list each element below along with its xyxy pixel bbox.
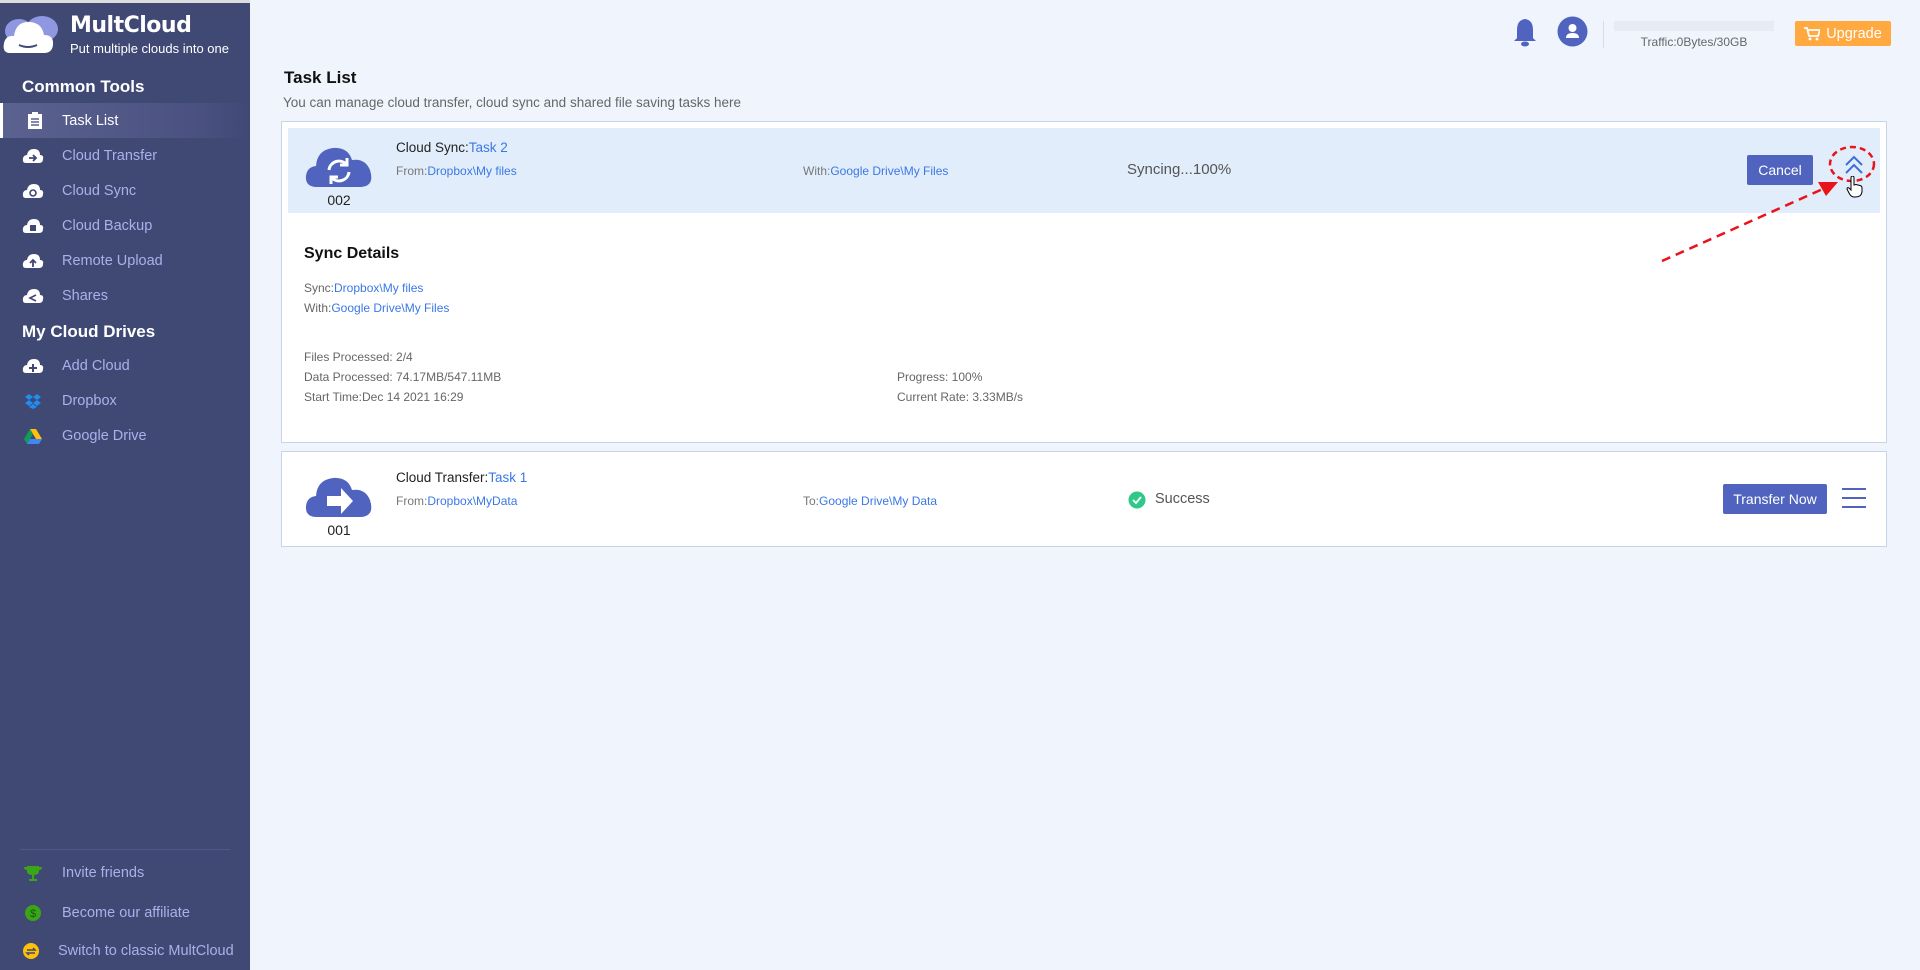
cloud-add-icon	[0, 358, 62, 374]
current-rate: Current Rate: 3.33MB/s	[897, 390, 1023, 404]
upgrade-button[interactable]: Upgrade	[1795, 21, 1891, 46]
trophy-icon	[0, 865, 62, 881]
from-label: From:	[396, 164, 427, 178]
sidebar-item-label: Cloud Transfer	[62, 148, 157, 164]
google-drive-icon	[0, 428, 62, 444]
sidebar: MultCloud Put multiple clouds into one C…	[0, 0, 250, 970]
task-title: Cloud Transfer:Task 1	[396, 470, 527, 485]
with-label: With:	[803, 164, 830, 178]
collapse-chevron-icon[interactable]	[1842, 153, 1866, 177]
notification-bell-icon[interactable]	[1512, 17, 1538, 47]
hand-cursor-icon	[1846, 176, 1864, 198]
task-type: Cloud Transfer:	[396, 470, 488, 485]
traffic-text: Traffic:0Bytes/30GB	[1614, 35, 1774, 49]
task-to: To:Google Drive\My Data	[803, 494, 937, 508]
upgrade-label: Upgrade	[1826, 26, 1882, 42]
app-name: MultCloud	[70, 13, 191, 38]
sidebar-item-remote-upload[interactable]: Remote Upload	[0, 243, 250, 278]
task-status: Success	[1155, 491, 1210, 507]
app-tagline: Put multiple clouds into one	[70, 41, 229, 56]
sidebar-switch-classic[interactable]: Switch to classic MultCloud	[0, 933, 250, 968]
sidebar-item-shares[interactable]: Shares	[0, 278, 250, 313]
user-avatar-icon[interactable]	[1557, 16, 1588, 47]
cancel-button[interactable]: Cancel	[1747, 155, 1813, 185]
with-path-link[interactable]: Google Drive\My Files	[830, 164, 948, 178]
task-from: From:Dropbox\My files	[396, 164, 517, 178]
header-divider	[1603, 21, 1604, 48]
dropbox-icon	[0, 393, 62, 409]
sidebar-divider	[20, 849, 230, 850]
with-label: With:	[304, 301, 331, 315]
progress: Progress: 100%	[897, 370, 982, 384]
detail-sync: Sync:Dropbox\My files	[304, 281, 423, 295]
start-time: Start Time:Dec 14 2021 16:29	[304, 390, 463, 404]
sidebar-item-label: Remote Upload	[62, 253, 163, 269]
task-card-sync: 002 Cloud Sync:Task 2 From:Dropbox\My fi…	[281, 121, 1887, 443]
success-check-icon	[1128, 491, 1146, 509]
sync-label: Sync:	[304, 281, 334, 295]
detail-with: With:Google Drive\My Files	[304, 301, 449, 315]
task-card-transfer: 001 Cloud Transfer:Task 1 From:Dropbox\M…	[281, 451, 1887, 547]
common-tools-heading: Common Tools	[22, 77, 144, 97]
page-title: Task List	[284, 68, 356, 88]
data-processed: Data Processed: 74.17MB/547.11MB	[304, 370, 501, 384]
task-name-link[interactable]: Task 2	[469, 140, 508, 155]
task-type: Cloud Sync:	[396, 140, 469, 155]
menu-icon[interactable]	[1841, 487, 1867, 509]
sidebar-item-dropbox[interactable]: Dropbox	[0, 383, 250, 418]
clipboard-icon	[3, 112, 62, 130]
cloud-backup-icon	[0, 218, 62, 234]
task-from: From:Dropbox\MyData	[396, 494, 517, 508]
page-subtitle: You can manage cloud transfer, cloud syn…	[283, 95, 741, 110]
svg-text:$: $	[30, 908, 36, 920]
cloud-transfer-task-icon	[305, 472, 373, 518]
task-number: 002	[282, 192, 396, 208]
to-label: To:	[803, 494, 819, 508]
from-label: From:	[396, 494, 427, 508]
task-with: With:Google Drive\My Files	[803, 164, 948, 178]
sidebar-affiliate[interactable]: $ Become our affiliate	[0, 895, 250, 930]
sidebar-item-label: Shares	[62, 288, 108, 304]
from-path-link[interactable]: Dropbox\My files	[427, 164, 516, 178]
task-title: Cloud Sync:Task 2	[396, 140, 508, 155]
cloud-transfer-icon	[0, 148, 62, 164]
sidebar-item-label: Invite friends	[62, 865, 144, 881]
sidebar-item-cloud-transfer[interactable]: Cloud Transfer	[0, 138, 250, 173]
sidebar-item-cloud-backup[interactable]: Cloud Backup	[0, 208, 250, 243]
task-status: Syncing...100%	[1127, 161, 1231, 178]
sync-details-heading: Sync Details	[304, 245, 399, 263]
cloud-sync-task-icon	[305, 142, 373, 188]
to-path-link[interactable]: Google Drive\My Data	[819, 494, 937, 508]
switch-icon	[0, 942, 58, 960]
sidebar-item-label: Add Cloud	[62, 358, 130, 374]
sidebar-invite-friends[interactable]: Invite friends	[0, 855, 250, 890]
cloud-sync-icon	[0, 183, 62, 199]
my-cloud-drives-heading: My Cloud Drives	[22, 322, 155, 342]
sidebar-item-add-cloud[interactable]: Add Cloud	[0, 348, 250, 383]
sidebar-item-label: Google Drive	[62, 428, 147, 444]
sidebar-item-label: Cloud Sync	[62, 183, 136, 199]
transfer-now-button[interactable]: Transfer Now	[1723, 484, 1827, 514]
sidebar-item-label: Switch to classic MultCloud	[58, 943, 234, 959]
sidebar-item-task-list[interactable]: Task List	[0, 103, 250, 138]
from-path-link[interactable]: Dropbox\MyData	[427, 494, 517, 508]
sidebar-item-label: Cloud Backup	[62, 218, 152, 234]
dollar-icon: $	[0, 904, 62, 922]
sidebar-item-cloud-sync[interactable]: Cloud Sync	[0, 173, 250, 208]
sidebar-item-label: Become our affiliate	[62, 905, 190, 921]
task-number: 001	[282, 522, 396, 538]
cart-icon	[1804, 27, 1820, 41]
with-path-link[interactable]: Google Drive\My Files	[331, 301, 449, 315]
multcloud-logo-icon	[2, 9, 62, 55]
files-processed: Files Processed: 2/4	[304, 350, 413, 364]
task-name-link[interactable]: Task 1	[488, 470, 527, 485]
sidebar-item-label: Task List	[62, 113, 118, 129]
sidebar-item-google-drive[interactable]: Google Drive	[0, 418, 250, 453]
cloud-share-icon	[0, 288, 62, 304]
sidebar-item-label: Dropbox	[62, 393, 117, 409]
cloud-upload-icon	[0, 253, 62, 269]
sync-path-link[interactable]: Dropbox\My files	[334, 281, 423, 295]
task-header[interactable]	[288, 128, 1880, 213]
traffic-bar	[1614, 21, 1774, 31]
